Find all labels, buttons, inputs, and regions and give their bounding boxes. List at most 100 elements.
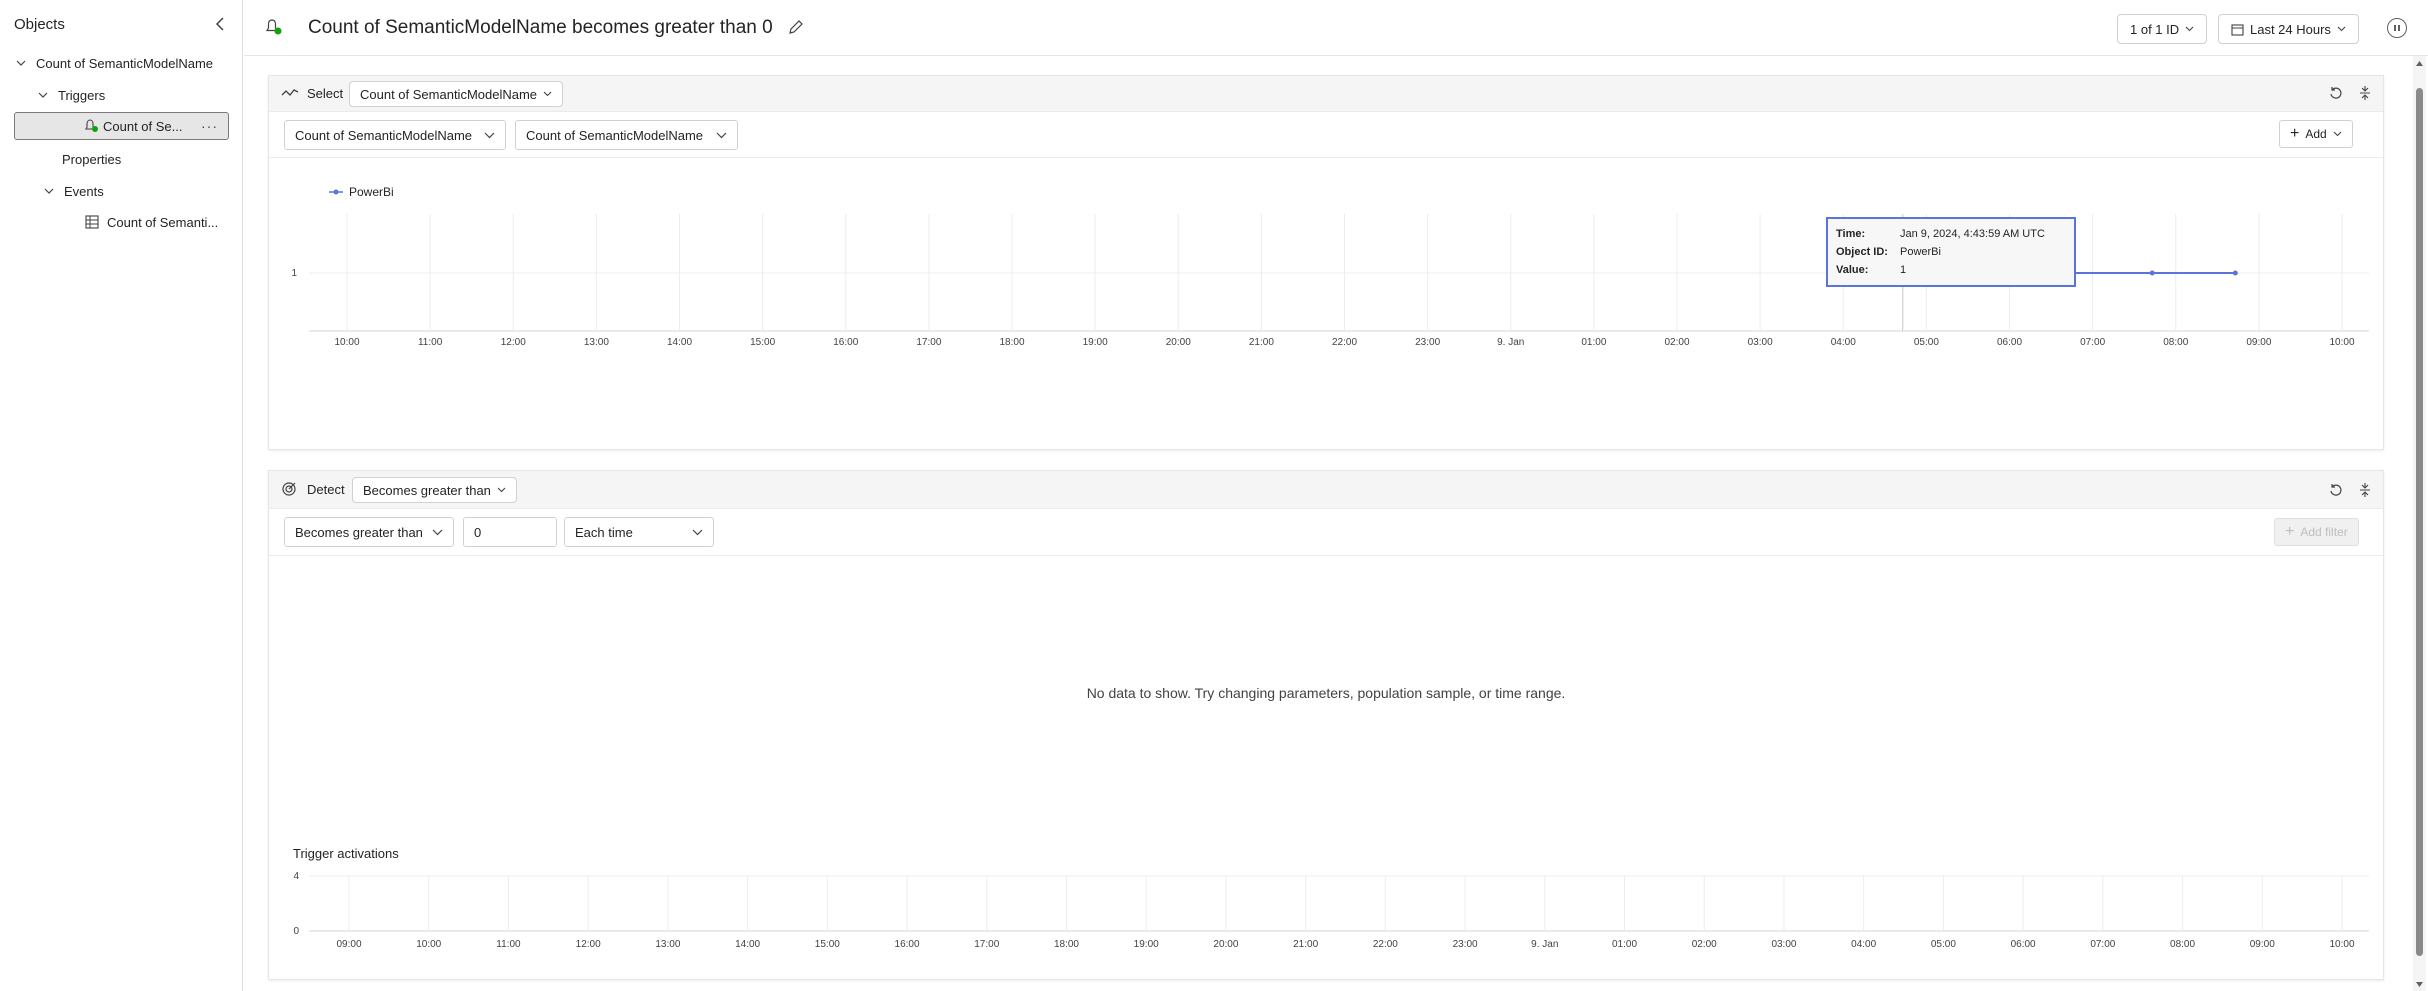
x-tick-label: 13:00 (584, 337, 609, 348)
tree-item-label: Triggers (58, 87, 106, 103)
x-tick-label: 14:00 (735, 939, 760, 950)
chevron-down-icon (38, 92, 48, 98)
trigger-activations-label: Trigger activations (293, 846, 399, 861)
tree-item-triggers[interactable]: Triggers (36, 81, 105, 109)
chevron-down-icon (2333, 131, 2342, 137)
select-card-header: Select Count of SemanticModelName (269, 76, 2383, 112)
x-tick-label: 15:00 (750, 337, 775, 348)
x-tick-label: 02:00 (1692, 939, 1717, 950)
chevron-down-icon (16, 60, 26, 66)
tooltip-value-value: 1 (1900, 264, 1907, 276)
tooltip-value-key: Value: (1836, 264, 1869, 276)
collapse-card-button[interactable] (2359, 86, 2371, 105)
edit-title-button[interactable] (788, 19, 804, 40)
tooltip-time-key: Time: (1836, 228, 1866, 240)
tree-item-object[interactable]: Count of SemanticModelName (14, 49, 213, 77)
x-tick-label: 22:00 (1373, 939, 1398, 950)
collapse-sidebar-button[interactable] (210, 13, 232, 35)
tree-item-trigger-selected[interactable]: Count of Se... ··· (14, 112, 229, 140)
x-tick-label: 15:00 (815, 939, 840, 950)
y-tick-label: 1 (291, 268, 297, 279)
tree-item-events[interactable]: Events (42, 177, 104, 205)
tree-item-label: Count of SemanticModelName (36, 55, 214, 71)
scroll-down-arrow[interactable] (2413, 977, 2426, 991)
x-tick-label: 16:00 (895, 939, 920, 950)
x-tick-label: 9. Jan (1497, 337, 1524, 348)
detect-card-header: Detect Becomes greater than (269, 471, 2383, 509)
sidebar-header: Objects (14, 14, 232, 34)
add-button[interactable]: + Add (2279, 120, 2353, 148)
chevron-down-icon (2337, 26, 2346, 32)
x-tick-label: 01:00 (1581, 337, 1606, 348)
frequency-dropdown[interactable]: Each time (564, 517, 714, 547)
tree-item-properties[interactable]: Properties (62, 145, 121, 173)
x-tick-label: 10:00 (2329, 337, 2354, 348)
y-tick-label: 4 (293, 871, 299, 882)
chevron-down-icon (484, 132, 495, 138)
undo-icon (2330, 484, 2342, 496)
reset-button[interactable] (2329, 483, 2343, 502)
x-tick-label: 09:00 (2250, 939, 2275, 950)
x-tick-label: 18:00 (999, 337, 1024, 348)
chart-tooltip: Time: Jan 9, 2024, 4:43:59 AM UTC Object … (1826, 217, 2076, 287)
pause-button[interactable] (2387, 18, 2407, 38)
pause-icon (2394, 25, 2400, 31)
x-tick-label: 10:00 (416, 939, 441, 950)
x-tick-label: 09:00 (336, 939, 361, 950)
collapse-icon (2360, 86, 2370, 100)
add-filter-label: Add filter (2300, 525, 2348, 539)
chevron-down-icon (692, 529, 703, 535)
id-selector-button[interactable]: 1 of 1 ID (2117, 14, 2208, 44)
data-point (2232, 270, 2238, 276)
plus-icon: + (2285, 523, 2295, 540)
tree-item-label: Properties (62, 151, 122, 167)
threshold-value: 0 (474, 524, 482, 540)
field-dropdown-1[interactable]: Count of SemanticModelName (284, 120, 506, 150)
x-tick-label: 23:00 (1415, 337, 1440, 348)
x-tick-label: 17:00 (974, 939, 999, 950)
condition-dropdown[interactable]: Becomes greater than (284, 517, 454, 547)
select-property-dropdown[interactable]: Count of SemanticModelName (349, 81, 564, 107)
y-tick-label: 0 (293, 926, 299, 937)
top-bar: Count of SemanticModelName becomes great… (244, 0, 2428, 56)
x-tick-label: 20:00 (1166, 337, 1191, 348)
detect-condition-value: Becomes greater than (363, 482, 491, 498)
chevron-down-icon (716, 132, 727, 138)
chevron-left-icon (215, 17, 224, 31)
field-value: Count of SemanticModelName (295, 127, 473, 143)
vertical-scrollbar[interactable] (2413, 56, 2426, 991)
condition-value: Becomes greater than (295, 524, 423, 540)
x-tick-label: 13:00 (655, 939, 680, 950)
tree-item-event-stream[interactable]: Count of Semanti... (85, 208, 218, 236)
line-chart-icon (281, 86, 299, 105)
plus-icon: + (2290, 125, 2300, 142)
x-tick-label: 01:00 (1612, 939, 1637, 950)
x-tick-label: 04:00 (1851, 939, 1876, 950)
x-tick-label: 02:00 (1664, 337, 1689, 348)
detect-icon (281, 481, 297, 502)
x-tick-label: 23:00 (1453, 939, 1478, 950)
threshold-input[interactable]: 0 (463, 517, 557, 547)
add-filter-button[interactable]: + Add filter (2274, 518, 2359, 546)
more-options-button[interactable]: ··· (201, 118, 218, 134)
x-tick-label: 06:00 (2011, 939, 2036, 950)
time-range-button[interactable]: Last 24 Hours (2218, 14, 2359, 44)
reset-button[interactable] (2329, 86, 2343, 105)
detect-condition-dropdown[interactable]: Becomes greater than (352, 477, 517, 503)
field-dropdown-2[interactable]: Count of SemanticModelName (515, 120, 738, 150)
tooltip-object-key: Object ID: (1836, 246, 1888, 258)
x-tick-label: 09:00 (2246, 337, 2271, 348)
x-tick-label: 11:00 (418, 337, 443, 348)
scroll-thumb[interactable] (2416, 88, 2423, 956)
sidebar-title: Objects (14, 15, 65, 33)
scroll-up-arrow[interactable] (2413, 56, 2426, 70)
x-tick-label: 07:00 (2090, 939, 2115, 950)
data-point (2149, 270, 2155, 276)
x-tick-label: 05:00 (1931, 939, 1956, 950)
x-tick-label: 21:00 (1293, 939, 1318, 950)
trigger-icon (265, 18, 282, 41)
frequency-value: Each time (575, 524, 633, 540)
pencil-icon (789, 20, 803, 34)
x-tick-label: 11:00 (496, 939, 521, 950)
collapse-card-button[interactable] (2359, 483, 2371, 502)
